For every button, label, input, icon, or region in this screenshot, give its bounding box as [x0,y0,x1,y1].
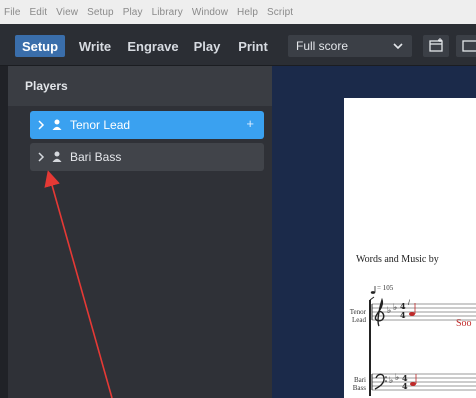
player-name: Bari Bass [70,150,122,164]
menu-library[interactable]: Library [152,7,183,18]
new-layout-button[interactable] [423,35,449,57]
players-panel-title: Players [25,79,68,93]
player-person-icon [52,119,62,130]
menu-file[interactable]: File [4,7,21,18]
players-panel: Players Tenor Lead + Bari Bass [8,66,272,398]
menu-edit[interactable]: Edit [30,7,48,18]
mode-tab-play[interactable]: Play [190,35,224,57]
layout-selector-value: Full score [296,39,349,53]
menu-setup[interactable]: Setup [87,7,114,18]
player-name: Tenor Lead [70,118,131,132]
svg-text:/: / [408,300,410,307]
menu-bar: File Edit View Setup Play Library Window… [0,0,476,24]
layout-selector[interactable]: Full score [288,35,412,57]
window-button[interactable] [456,35,476,57]
player-card-bari-bass[interactable]: Bari Bass [30,143,264,171]
chevron-right-icon[interactable] [37,152,45,162]
chevron-right-icon[interactable] [37,120,45,130]
player-card-tenor-lead[interactable]: Tenor Lead + [30,111,264,139]
svg-text:4: 4 [402,381,408,391]
svg-text:4: 4 [400,310,406,320]
mode-tab-write[interactable]: Write [74,35,116,57]
window-add-icon [429,38,443,52]
score-page[interactable]: Words and Music by = 105 Tenor Lead Bari… [344,98,476,398]
chevron-down-icon [393,43,403,50]
svg-text:♭: ♭ [393,303,397,313]
mode-tab-engrave[interactable]: Engrave [127,35,179,57]
toolbar: Setup Write Engrave Play Print Full scor… [0,24,476,66]
menu-help[interactable]: Help [237,7,258,18]
svg-text:♭: ♭ [387,306,391,316]
menu-script[interactable]: Script [267,7,293,18]
menu-window[interactable]: Window [192,7,228,18]
svg-text:♭: ♭ [395,373,399,383]
staff-notation[interactable]: ♭ ♭ 4 4 / ♭ ♭ 4 4 [344,98,476,398]
svg-text:♭: ♭ [389,376,393,386]
menu-play[interactable]: Play [123,7,143,18]
players-panel-header[interactable]: Players [8,66,272,106]
add-instrument-button[interactable]: + [246,116,254,131]
mode-tab-setup[interactable]: Setup [15,35,65,57]
player-person-icon [52,151,62,162]
window-icon [462,40,476,52]
menu-view[interactable]: View [56,7,78,18]
score-view[interactable]: Words and Music by = 105 Tenor Lead Bari… [272,66,476,398]
lyric-syllable: Soo [456,318,472,329]
mode-tab-print[interactable]: Print [234,35,272,57]
